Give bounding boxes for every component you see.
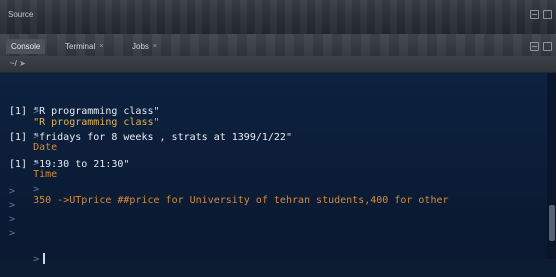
minimize-pane-icon[interactable] xyxy=(530,10,539,19)
tab-jobs-label: Jobs xyxy=(132,42,149,51)
maximize-console-icon[interactable] xyxy=(543,42,552,51)
working-directory-label[interactable]: ~/ ➤ xyxy=(10,59,26,68)
console-line: [1] "R programming class" xyxy=(9,106,160,117)
tab-terminal[interactable]: Terminal × xyxy=(60,39,108,54)
text-cursor xyxy=(43,252,46,264)
console-line: > xyxy=(9,200,16,211)
source-pane-title: Source xyxy=(8,10,34,19)
console-line: > xyxy=(9,186,16,197)
console-window-controls xyxy=(530,42,552,51)
console-toolbar: ~/ ➤ xyxy=(0,56,556,73)
maximize-pane-icon[interactable] xyxy=(543,10,552,19)
console-line: [1] "19:30 to 21:30" xyxy=(9,159,130,170)
tab-terminal-label: Terminal xyxy=(65,42,96,51)
source-pane-header: Source xyxy=(0,0,556,35)
console-output[interactable]: > "R programming class" [1] "R programmi… xyxy=(0,73,556,265)
console-line: > 350 ->UTprice ##price for University o… xyxy=(33,183,449,207)
source-window-controls xyxy=(530,10,552,19)
prompt-symbol: > xyxy=(33,183,40,195)
console-scrollbar-thumb[interactable] xyxy=(549,205,555,241)
close-jobs-tab-icon[interactable]: × xyxy=(153,43,157,50)
console-tabs-bar: Console Terminal × Jobs × xyxy=(0,34,556,56)
console-line: > xyxy=(9,228,16,239)
tab-console-label: Console xyxy=(11,42,41,51)
prompt-symbol: > xyxy=(33,253,40,265)
minimize-console-icon[interactable] xyxy=(530,42,539,51)
tab-jobs[interactable]: Jobs × xyxy=(127,39,162,54)
console-line: [1] "fridays for 8 weeks , strats at 139… xyxy=(9,132,292,143)
console-line: > xyxy=(9,214,16,225)
go-to-directory-arrow-icon: ➤ xyxy=(19,59,26,68)
close-terminal-tab-icon[interactable]: × xyxy=(99,43,103,50)
tab-console[interactable]: Console xyxy=(6,39,46,54)
